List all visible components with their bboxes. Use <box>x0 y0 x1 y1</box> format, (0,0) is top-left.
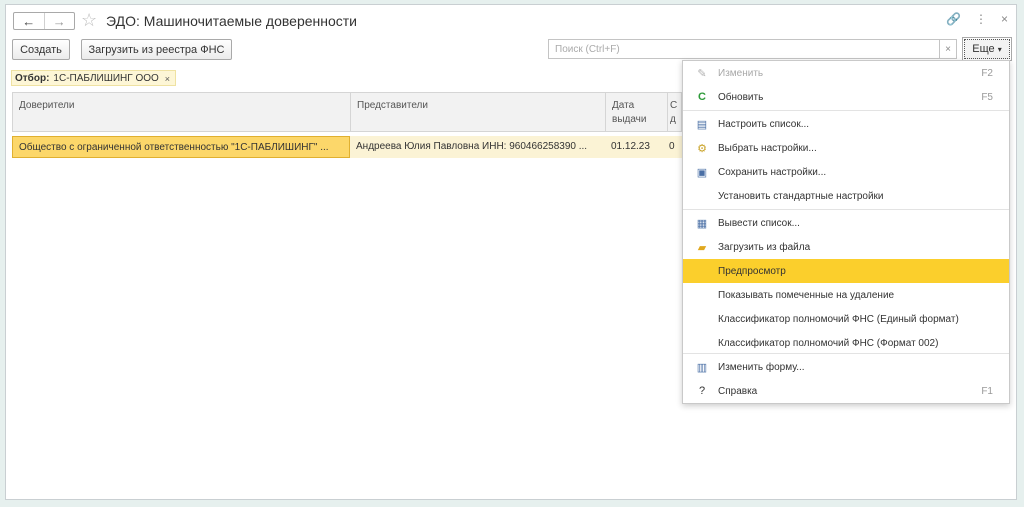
menu-item-label: Вывести список... <box>718 217 800 229</box>
menu-item[interactable]: ▰ Загрузить из файла <box>683 235 1009 259</box>
page-title: ЭДО: Машиночитаемые доверенности <box>106 13 357 29</box>
table-row[interactable]: Общество с ограниченной ответственностью… <box>12 136 682 158</box>
close-icon[interactable]: × <box>1001 12 1008 26</box>
filter-remove-icon[interactable]: × <box>165 74 170 84</box>
menu-item-label: Классификатор полномочий ФНС (Единый фор… <box>718 313 959 325</box>
cell-issue-date[interactable]: 01.12.23 <box>605 136 667 158</box>
menu-item[interactable]: ? Справка F1 <box>683 379 1009 403</box>
menu-item-label: Загрузить из файла <box>718 241 811 253</box>
menu-item[interactable]: Предпросмотр <box>683 259 1009 283</box>
menu-item-label: Предпросмотр <box>718 265 786 277</box>
menu-item[interactable]: Показывать помеченные на удаление <box>683 283 1009 307</box>
title-tools: 🔗 ⋮ × <box>946 12 1008 26</box>
filter-value: 1С-ПАБЛИШИНГ ООО <box>53 73 159 84</box>
menu-item-label: Изменить форму... <box>718 361 805 373</box>
choose-settings-icon: ⚙ <box>697 142 707 155</box>
table-header: Доверители Представители Дата выдачи С д <box>12 92 682 132</box>
menu-item-label: Установить стандартные настройки <box>718 190 884 202</box>
menu-separator <box>683 110 1009 111</box>
pencil-icon: ✎ <box>697 67 707 80</box>
title-bar: ← → ☆ ЭДО: Машиночитаемые доверенности 🔗… <box>6 5 1016 37</box>
column-header-validity[interactable]: С д <box>668 93 683 131</box>
link-icon[interactable]: 🔗 <box>946 12 961 26</box>
menu-item[interactable]: ⚙ Выбрать настройки... <box>683 136 1009 160</box>
search-clear-button[interactable]: × <box>939 39 957 59</box>
menu-item-label: Изменить <box>718 67 764 79</box>
menu-item[interactable]: ▣ Сохранить настройки... <box>683 160 1009 184</box>
filter-chip: Отбор: 1С-ПАБЛИШИНГ ООО × <box>11 70 177 86</box>
folder-icon: ▰ <box>697 241 707 254</box>
menu-item[interactable]: ▤ Настроить список... <box>683 112 1009 136</box>
menu-item[interactable]: ✎ Изменить F2 <box>683 61 1009 85</box>
cell-principal[interactable]: Общество с ограниченной ответственностью… <box>12 136 350 158</box>
menu-item-label: Классификатор полномочий ФНС (Формат 002… <box>718 337 939 349</box>
menu-item[interactable]: Классификатор полномочий ФНС (Формат 002… <box>683 331 1009 355</box>
menu-item-label: Выбрать настройки... <box>718 142 817 154</box>
menu-item-label: Обновить <box>718 91 764 103</box>
print-list-icon: ▦ <box>696 217 708 230</box>
help-icon: ? <box>698 385 706 397</box>
menu-item[interactable]: Классификатор полномочий ФНС (Единый фор… <box>683 307 1009 331</box>
column-header-representatives[interactable]: Представители <box>351 93 606 131</box>
more-button[interactable]: Еще ▾ <box>962 37 1012 61</box>
more-button-label: Еще <box>972 43 995 55</box>
menu-item-label: Настроить список... <box>718 118 810 130</box>
menu-item-label: Показывать помеченные на удаление <box>718 289 895 301</box>
menu-item[interactable]: ▦ Вывести список... <box>683 211 1009 235</box>
load-from-registry-button[interactable]: Загрузить из реестра ФНС <box>81 39 232 60</box>
create-button[interactable]: Создать <box>12 39 70 60</box>
filter-prefix: Отбор: <box>15 73 50 84</box>
menu-item-shortcut: F2 <box>981 67 993 79</box>
back-button[interactable]: ← <box>14 13 44 29</box>
navigation-group: ← → <box>13 12 75 30</box>
column-header-principals[interactable]: Доверители <box>13 93 351 131</box>
search-input[interactable]: Поиск (Ctrl+F) <box>548 39 940 59</box>
menu-item[interactable]: C Обновить F5 <box>683 85 1009 109</box>
menu-item-shortcut: F1 <box>981 385 993 397</box>
save-settings-icon: ▣ <box>696 166 708 179</box>
menu-item-label: Справка <box>718 385 758 397</box>
menu-item[interactable]: ▥ Изменить форму... <box>683 355 1009 379</box>
menu-separator <box>683 209 1009 210</box>
favorite-star-icon[interactable]: ☆ <box>81 10 97 30</box>
list-settings-icon: ▤ <box>696 118 708 131</box>
more-actions-icon[interactable]: ⋮ <box>975 12 987 26</box>
cell-representative[interactable]: Андреева Юлия Павловна ИНН: 960466258390… <box>350 136 605 158</box>
cell-validity[interactable]: 0 <box>667 136 682 158</box>
refresh-icon: C <box>698 91 706 103</box>
chevron-down-icon: ▾ <box>997 44 1002 54</box>
menu-item[interactable]: Установить стандартные настройки <box>683 184 1009 208</box>
menu-item-label: Сохранить настройки... <box>718 166 827 178</box>
change-form-icon: ▥ <box>696 361 708 374</box>
more-menu: ✎ Изменить F2 C Обновить F5 ▤ Настроить список.… <box>682 60 1010 404</box>
column-header-issue-date[interactable]: Дата выдачи <box>606 93 668 131</box>
forward-button[interactable]: → <box>43 13 75 29</box>
menu-item-shortcut: F5 <box>981 91 993 103</box>
